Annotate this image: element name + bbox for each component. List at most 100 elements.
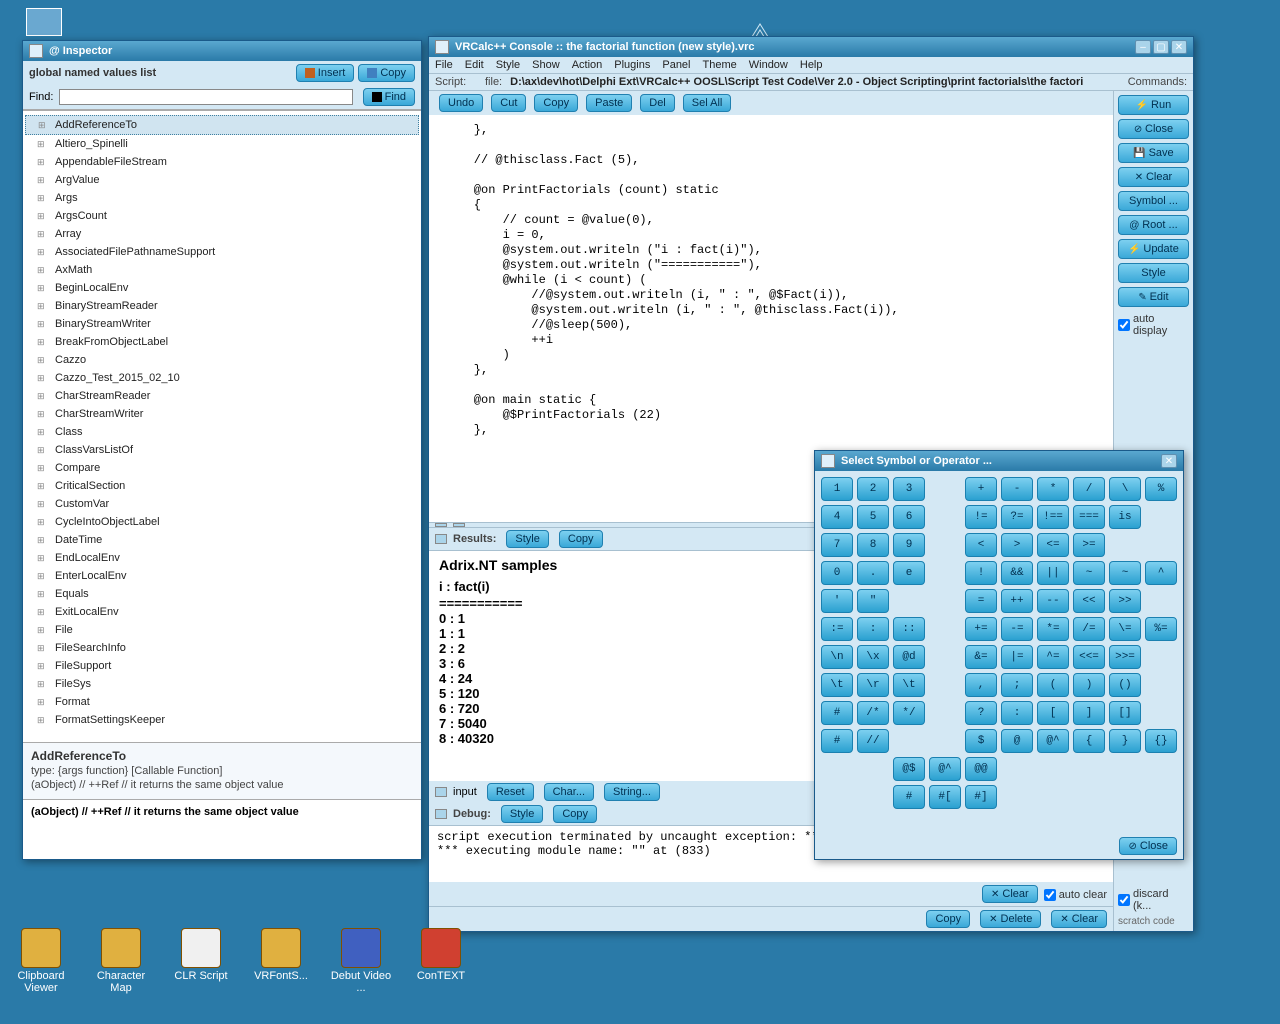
inspector-titlebar[interactable]: @ Inspector bbox=[23, 41, 421, 61]
symbol-button[interactable]: * bbox=[1037, 477, 1069, 501]
symbol-button[interactable]: ~ bbox=[1109, 561, 1141, 585]
symbol-button[interactable]: ( bbox=[1037, 673, 1069, 697]
menu-item[interactable]: Action bbox=[572, 59, 603, 71]
menu-item[interactable]: Style bbox=[496, 59, 520, 71]
symbol-button[interactable]: === bbox=[1073, 505, 1105, 529]
symbol-button[interactable]: is bbox=[1109, 505, 1141, 529]
symbol-button[interactable]: [ bbox=[1037, 701, 1069, 725]
tree-item[interactable]: BinaryStreamWriter bbox=[25, 315, 419, 333]
symbol-button[interactable]: " bbox=[857, 589, 889, 613]
symbol-button[interactable]: -- bbox=[1037, 589, 1069, 613]
symbol-button[interactable]: @@ bbox=[965, 757, 997, 781]
tree-item[interactable]: FileSys bbox=[25, 675, 419, 693]
symbol-button[interactable]: , bbox=[965, 673, 997, 697]
insert-button[interactable]: Insert bbox=[296, 64, 355, 82]
discard-checkbox[interactable]: discard (k... bbox=[1118, 888, 1189, 912]
run-button[interactable]: ⚡ Run bbox=[1118, 95, 1189, 115]
symbol-button[interactable]: !== bbox=[1037, 505, 1069, 529]
symbol-button[interactable]: \x bbox=[857, 645, 889, 669]
tree-item[interactable]: ClassVarsListOf bbox=[25, 441, 419, 459]
expand-icon[interactable] bbox=[435, 809, 447, 819]
cut-button[interactable]: Cut bbox=[491, 94, 526, 112]
symbol-button[interactable]: *= bbox=[1037, 617, 1069, 641]
tree-item[interactable]: AssociatedFilePathnameSupport bbox=[25, 243, 419, 261]
expand-icon[interactable] bbox=[435, 787, 447, 797]
tree-item[interactable]: CharStreamWriter bbox=[25, 405, 419, 423]
symbol-button[interactable]: -= bbox=[1001, 617, 1033, 641]
tree-item[interactable]: CharStreamReader bbox=[25, 387, 419, 405]
symbol-button[interactable]: ) bbox=[1073, 673, 1105, 697]
tree-item[interactable]: Equals bbox=[25, 585, 419, 603]
symbol-button[interactable]: # bbox=[893, 785, 925, 809]
symbol-button[interactable]: <= bbox=[1037, 533, 1069, 557]
symbol-button[interactable]: && bbox=[1001, 561, 1033, 585]
desktop-icon[interactable]: VRFontS... bbox=[250, 928, 312, 994]
symbol-button[interactable]: [] bbox=[1109, 701, 1141, 725]
tree-item[interactable]: BinaryStreamReader bbox=[25, 297, 419, 315]
symbol-button[interactable]: >> bbox=[1109, 589, 1141, 613]
tree-item[interactable]: File bbox=[25, 621, 419, 639]
symbol-button[interactable]: >= bbox=[1073, 533, 1105, 557]
paste-button[interactable]: Paste bbox=[586, 94, 632, 112]
tree-item[interactable]: EndLocalEnv bbox=[25, 549, 419, 567]
minimize-button[interactable]: – bbox=[1135, 40, 1151, 54]
symbol-button[interactable]: ! bbox=[965, 561, 997, 585]
symbol-button[interactable]: ? bbox=[965, 701, 997, 725]
symbol-button[interactable]: \t bbox=[893, 673, 925, 697]
console-titlebar[interactable]: VRCalc++ Console :: the factorial functi… bbox=[429, 37, 1193, 57]
symbol-button[interactable]: 6 bbox=[893, 505, 925, 529]
symbol-button[interactable]: // bbox=[857, 729, 889, 753]
delete-button[interactable]: Del bbox=[640, 94, 675, 112]
symbol-button[interactable]: Symbol ... bbox=[1118, 191, 1189, 211]
copy-button[interactable]: Copy bbox=[534, 94, 578, 112]
symbol-button[interactable]: ^ bbox=[1145, 561, 1177, 585]
symbol-button[interactable]: <<= bbox=[1073, 645, 1105, 669]
symbol-button[interactable]: 7 bbox=[821, 533, 853, 557]
update-button[interactable]: ⚡ Update bbox=[1118, 239, 1189, 259]
debug-style-button[interactable]: Style bbox=[501, 805, 543, 823]
symbol-button[interactable]: @^ bbox=[929, 757, 961, 781]
copy-button[interactable]: Copy bbox=[358, 64, 415, 82]
tree-item[interactable]: CustomVar bbox=[25, 495, 419, 513]
close-button[interactable]: ✕ bbox=[1171, 40, 1187, 54]
tree-item[interactable]: Cazzo_Test_2015_02_10 bbox=[25, 369, 419, 387]
undo-button[interactable]: Undo bbox=[439, 94, 483, 112]
edit-button[interactable]: ✎ Edit bbox=[1118, 287, 1189, 307]
debug-copy-button[interactable]: Copy bbox=[553, 805, 597, 823]
tree-item[interactable]: ArgValue bbox=[25, 171, 419, 189]
symbol-button[interactable]: @d bbox=[893, 645, 925, 669]
tree-item[interactable]: BreakFromObjectLabel bbox=[25, 333, 419, 351]
symbol-button[interactable]: e bbox=[893, 561, 925, 585]
desktop-icon[interactable]: ConTEXT bbox=[410, 928, 472, 994]
tree-item[interactable]: Format bbox=[25, 693, 419, 711]
symbol-button[interactable]: @^ bbox=[1037, 729, 1069, 753]
tree-view[interactable]: AddReferenceToAltiero_SpinelliAppendable… bbox=[23, 111, 421, 742]
tree-item[interactable]: FileSupport bbox=[25, 657, 419, 675]
symbol-button[interactable]: = bbox=[965, 589, 997, 613]
bottom-copy-button[interactable]: Copy bbox=[926, 910, 970, 928]
desktop-icon[interactable]: Character Map bbox=[90, 928, 152, 994]
menu-item[interactable]: Show bbox=[532, 59, 560, 71]
symbol-button[interactable]: := bbox=[821, 617, 853, 641]
symbol-button[interactable]: /* bbox=[857, 701, 889, 725]
tree-item[interactable]: Array bbox=[25, 225, 419, 243]
maximize-button[interactable]: ▢ bbox=[1153, 40, 1169, 54]
tree-item[interactable]: AddReferenceTo bbox=[25, 115, 419, 135]
symbol-button[interactable]: 0 bbox=[821, 561, 853, 585]
clear-button[interactable]: ✕ Clear bbox=[1118, 167, 1189, 187]
selall-button[interactable]: Sel All bbox=[683, 94, 732, 112]
tree-item[interactable]: FileSearchInfo bbox=[25, 639, 419, 657]
tree-item[interactable]: Cazzo bbox=[25, 351, 419, 369]
tree-item[interactable]: ArgsCount bbox=[25, 207, 419, 225]
symbol-button[interactable]: >>= bbox=[1109, 645, 1141, 669]
tree-item[interactable]: FormatSettingsKeeper bbox=[25, 711, 419, 729]
symbol-button[interactable]: 9 bbox=[893, 533, 925, 557]
close-button[interactable]: ⊘ Close bbox=[1118, 119, 1189, 139]
symbol-button[interactable]: */ bbox=[893, 701, 925, 725]
input-string-button[interactable]: String... bbox=[604, 783, 660, 801]
menu-item[interactable]: Plugins bbox=[614, 59, 650, 71]
tree-item[interactable]: AxMath bbox=[25, 261, 419, 279]
symbol-button[interactable]: ~ bbox=[1073, 561, 1105, 585]
symbol-button[interactable]: %= bbox=[1145, 617, 1177, 641]
symbol-button[interactable]: # bbox=[821, 701, 853, 725]
